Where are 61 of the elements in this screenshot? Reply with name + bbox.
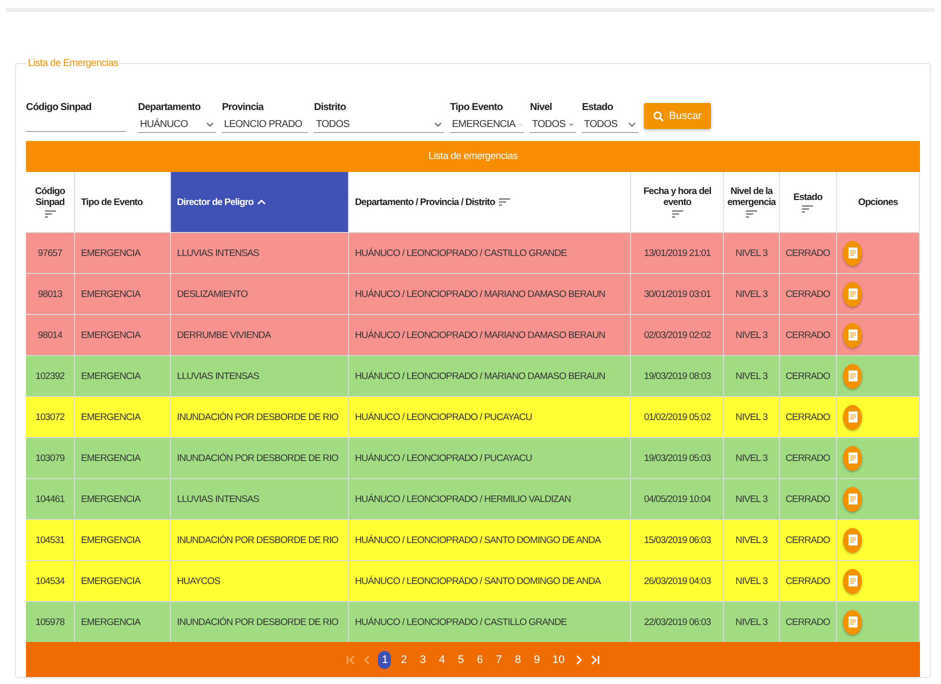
pdf-button[interactable]: [843, 240, 862, 266]
pdf-button[interactable]: [843, 528, 862, 552]
document-icon: [848, 411, 858, 423]
filter-label: Distrito: [314, 102, 347, 113]
document-icon: [848, 247, 858, 259]
filter-dropdown[interactable]: LEONCIO PRADO: [222, 116, 308, 133]
pdf-button[interactable]: [843, 610, 862, 634]
pdf-button[interactable]: [843, 486, 862, 512]
document-icon: [848, 452, 858, 464]
document-icon: [848, 329, 858, 341]
last-page-button[interactable]: [590, 654, 600, 664]
column-header: Opciones: [836, 172, 920, 232]
chevron-down-icon: [569, 122, 574, 126]
chevron-down-icon: [206, 122, 214, 126]
previous-page-icon: [362, 654, 372, 664]
filter-label: Departamento: [138, 102, 202, 113]
pdf-button[interactable]: [843, 446, 862, 470]
document-icon: [848, 534, 858, 546]
document-icon: [848, 493, 858, 505]
filter-dropdown[interactable]: TODOS: [314, 116, 444, 133]
table-title-bar: Lista de emergencias: [26, 141, 920, 172]
column-header[interactable]: Código Sinpad: [26, 172, 74, 232]
next-page-icon: [574, 654, 584, 664]
column-header: Tipo de Evento: [74, 172, 170, 232]
filter-label: Provincia: [222, 102, 265, 113]
pdf-button[interactable]: [843, 364, 862, 388]
caret-up-icon: [257, 198, 266, 205]
sort-icon: [498, 198, 510, 206]
document-icon: [848, 288, 858, 300]
panel-legend: Lista de Emergencias: [26, 58, 120, 69]
filter-label: Nivel: [530, 102, 553, 113]
pdf-button[interactable]: [843, 568, 862, 594]
pdf-button[interactable]: [843, 404, 862, 430]
column-header[interactable]: Estado: [779, 172, 836, 232]
document-icon: [848, 370, 858, 382]
filter-dropdown[interactable]: TODOS: [530, 116, 576, 133]
page-link[interactable]: 1: [378, 650, 392, 668]
pdf-button[interactable]: [843, 322, 862, 348]
sort-icon: [44, 210, 56, 218]
chevron-down-icon: [434, 122, 442, 126]
last-page-icon: [590, 654, 600, 664]
filter-label: Tipo Evento: [450, 102, 504, 113]
column-header[interactable]: Director de Peligro: [170, 172, 348, 232]
filter-dropdown[interactable]: EMERGENCIA: [450, 116, 524, 133]
filter-dropdown[interactable]: TODOS: [582, 116, 638, 133]
column-header[interactable]: Nivel de la emergencia: [724, 172, 780, 232]
document-icon: [848, 575, 858, 587]
column-header[interactable]: Fecha y hora del evento: [630, 172, 724, 232]
filter-dropdown[interactable]: HUÁNUCO: [138, 116, 216, 133]
chevron-down-icon: [628, 122, 636, 126]
sort-icon: [746, 210, 757, 218]
filter-label: Código Sinpad: [26, 102, 92, 113]
sort-icon: [672, 210, 683, 218]
sort-icon: [802, 204, 814, 212]
filter-label: Estado: [582, 102, 614, 113]
pdf-button[interactable]: [843, 282, 862, 306]
first-page-icon: [346, 654, 356, 664]
next-page-button[interactable]: [574, 654, 584, 664]
search-icon: [653, 110, 664, 122]
document-icon: [848, 616, 858, 628]
column-header[interactable]: Departamento / Provincia / Distrito: [348, 172, 631, 232]
